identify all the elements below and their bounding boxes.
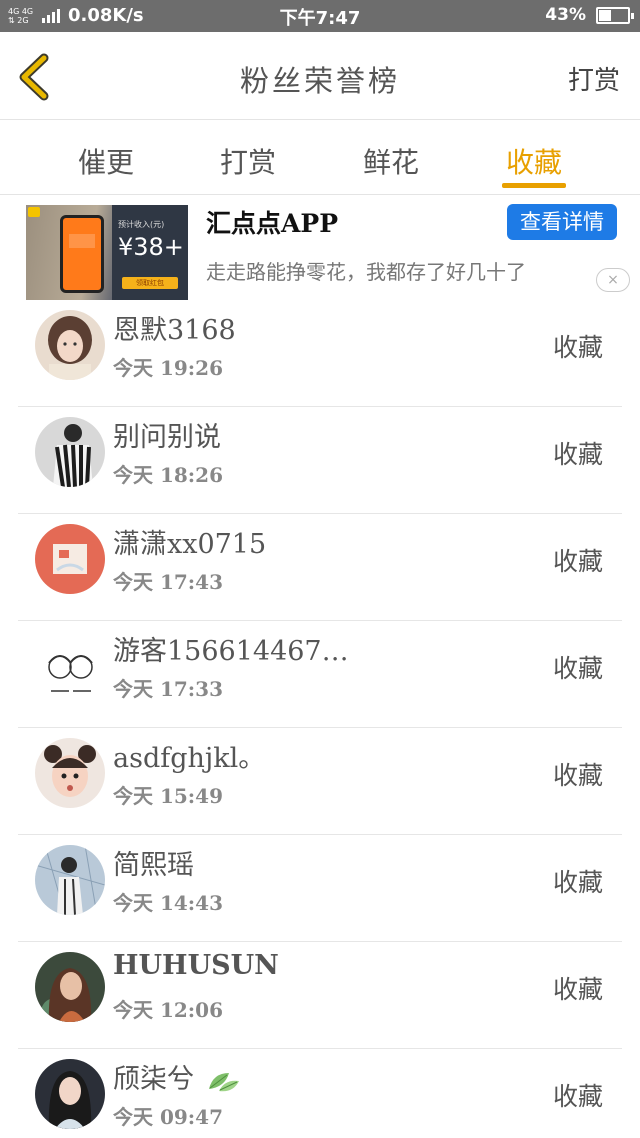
username-text: 颀柒兮 <box>113 1064 194 1095</box>
phone-icon <box>60 215 104 293</box>
action-label: 收藏 <box>552 440 603 469</box>
ad-image-label: 预计收入(元) <box>118 220 165 229</box>
action-label: 收藏 <box>552 868 603 897</box>
ad-image-panel: 预计收入(元) ¥38+ 领取红包 <box>112 205 188 300</box>
username: 别问别说 <box>113 422 221 453</box>
page-title: 粉丝荣誉榜 <box>239 64 400 98</box>
list-item[interactable]: 恩默3168 今天 19:26 收藏 <box>18 300 622 407</box>
tab-urge[interactable]: 催更 <box>56 141 156 181</box>
battery-percent: 43% <box>545 5 586 25</box>
avatar[interactable] <box>35 417 105 487</box>
username: 简熙瑶 <box>113 850 194 881</box>
list-item[interactable]: 游客156614467… 今天 17:33 收藏 <box>18 621 622 728</box>
list-item[interactable]: 别问别说 今天 18:26 收藏 <box>18 407 622 514</box>
tab-favorites[interactable]: 收藏 <box>484 141 584 181</box>
avatar[interactable] <box>35 631 105 701</box>
reward-button[interactable]: 打赏 <box>568 60 620 97</box>
timestamp: 今天 12:06 <box>113 998 224 1022</box>
ad-badge-icon <box>28 207 40 217</box>
list-item[interactable]: 潇潇xx0715 今天 17:43 收藏 <box>18 514 622 621</box>
avatar[interactable] <box>35 310 105 380</box>
avatar[interactable] <box>35 845 105 915</box>
action-label: 收藏 <box>552 761 603 790</box>
status-time: 下午7:47 <box>279 8 361 29</box>
status-right: 43% <box>545 5 634 25</box>
username: HUHUSUN <box>113 950 279 981</box>
action-label: 收藏 <box>552 1082 603 1111</box>
action-label: 收藏 <box>552 547 603 576</box>
username: 潇潇xx0715 <box>113 529 267 560</box>
action-label: 收藏 <box>552 975 603 1004</box>
timestamp: 今天 19:26 <box>113 356 224 380</box>
username: 颀柒兮 <box>113 1057 241 1096</box>
ad-image-button: 领取红包 <box>122 277 178 289</box>
action-label: 收藏 <box>552 333 603 362</box>
list-item[interactable]: 简熙瑶 今天 14:43 收藏 <box>18 835 622 942</box>
action-label: 收藏 <box>552 654 603 683</box>
status-bar: 4G 4G ⇅ 2G 0.08K/s 下午7:47 43% <box>0 0 640 32</box>
timestamp: 今天 17:33 <box>113 677 224 701</box>
timestamp: 今天 18:26 <box>113 463 224 487</box>
avatar[interactable] <box>35 738 105 808</box>
username-text: HUHUSUN <box>113 950 279 981</box>
ad-banner[interactable]: 预计收入(元) ¥38+ 领取红包 汇点点APP 走走路能挣零花，我都存了好几十… <box>0 196 640 300</box>
timestamp: 今天 14:43 <box>113 891 224 915</box>
fan-list: 恩默3168 今天 19:26 收藏 别问别说 今天 18:26 收藏 潇潇xx… <box>0 300 640 1138</box>
ad-image[interactable]: 预计收入(元) ¥38+ 领取红包 <box>26 205 188 300</box>
avatar[interactable] <box>35 1059 105 1129</box>
username: asdfghjkl。 <box>113 743 266 774</box>
username: 恩默3168 <box>113 315 236 346</box>
close-icon[interactable]: × <box>596 268 630 292</box>
timestamp: 今天 09:47 <box>113 1105 224 1129</box>
battery-level <box>599 9 611 21</box>
battery-icon <box>596 6 634 24</box>
list-item[interactable]: asdfghjkl。 今天 15:49 收藏 <box>18 728 622 835</box>
list-item[interactable]: 颀柒兮 今天 09:47 收藏 <box>18 1049 622 1138</box>
username: 游客156614467… <box>113 636 349 667</box>
tab-flowers[interactable]: 鲜花 <box>341 141 441 181</box>
ad-title: 汇点点APP <box>206 209 338 238</box>
ad-description: 走走路能挣零花，我都存了好几十了 <box>206 260 526 284</box>
timestamp: 今天 17:43 <box>113 570 224 594</box>
avatar[interactable] <box>35 952 105 1022</box>
leaves-icon <box>208 1072 239 1091</box>
timestamp: 今天 15:49 <box>113 784 224 808</box>
tab-reward[interactable]: 打赏 <box>198 141 298 181</box>
avatar[interactable] <box>35 524 105 594</box>
nav-bar: 粉丝荣誉榜 打赏 <box>0 32 640 120</box>
active-tab-indicator <box>502 183 566 188</box>
list-item[interactable]: HUHUSUN 今天 12:06 收藏 <box>18 942 622 1049</box>
tab-bar: 催更 打赏 鲜花 收藏 <box>0 121 640 195</box>
ad-details-button[interactable]: 查看详情 <box>507 204 617 240</box>
ad-image-amount: ¥38+ <box>118 233 184 261</box>
